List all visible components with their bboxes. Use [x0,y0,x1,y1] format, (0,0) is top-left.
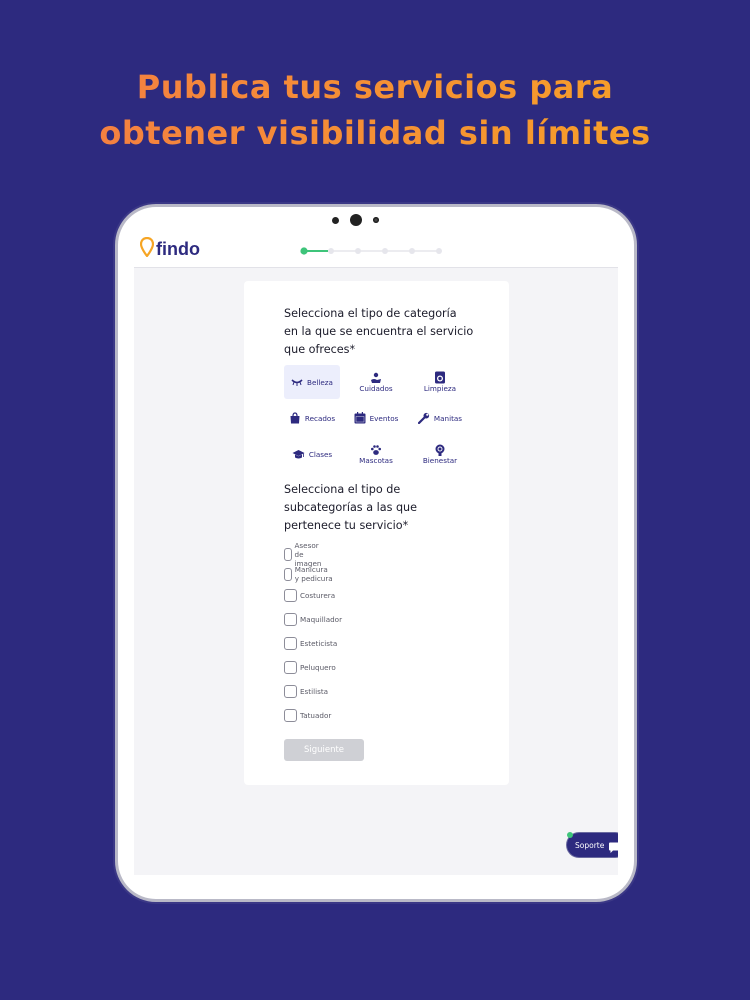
subcategory-checkbox[interactable]: Estilista [284,685,328,698]
subcategory-checkbox[interactable]: Esteticista [284,637,337,650]
subcategory-checkbox[interactable]: Maquillador [284,613,342,626]
checkbox[interactable] [284,661,297,674]
paw-icon [370,444,382,456]
category-mascotas[interactable]: Mascotas [348,437,404,471]
progress-step-3 [355,248,361,254]
eyelash-icon [291,377,303,387]
subcategory-checkbox[interactable]: Manicura y pedicura [284,565,333,583]
subcategory-checkbox[interactable]: Tatuador [284,709,331,722]
category-label: Bienestar [422,455,458,465]
subcategory-label: Costurera [300,591,336,600]
category-label: Cuidados [359,383,393,393]
checkbox[interactable] [284,567,292,581]
subcategory-label: Estilista [300,687,329,696]
findo-logo[interactable]: findo [139,236,200,261]
category-label: Limpieza [423,384,457,393]
headline-line-1: Publica tus servicios para [136,68,614,106]
category-manitas[interactable]: Manitas [412,401,468,435]
subcategory-label: Manicura y pedicura [294,565,333,583]
subcategory-label: Peluquero [300,663,336,672]
category-recados[interactable]: Recados [284,401,340,435]
next-button[interactable]: Siguiente [284,739,364,761]
subcategory-label: Maquillador [300,615,343,624]
calendar-icon [354,412,366,424]
category-limpieza[interactable]: Limpieza [412,365,468,399]
map-pin-icon [139,236,155,261]
checkbox[interactable] [284,613,297,626]
progress-step-2 [328,248,334,254]
subcategory-checkbox[interactable]: Asesor de imagen [284,541,327,568]
category-label: Manitas [433,413,463,423]
subcategory-checkbox[interactable]: Costurera [284,589,335,602]
category-label: Belleza [307,377,333,387]
progress-step-4 [382,248,388,254]
category-eventos[interactable]: Eventos [348,401,404,435]
shopping-bag-icon [289,412,301,424]
subcategory-checkbox[interactable]: Peluquero [284,661,336,674]
hand-care-icon [370,372,382,384]
category-label: Recados [304,413,336,423]
progress-stepper [300,247,442,255]
category-label: Clases [308,449,333,459]
logo-text: findo [156,238,200,259]
category-bienestar[interactable]: Bienestar [412,437,468,471]
category-belleza[interactable]: Belleza [284,365,340,399]
online-status-dot [567,832,573,838]
wrench-icon [417,412,430,424]
tablet-sensor [373,217,379,223]
subcategory-label: Asesor de imagen [294,541,322,568]
headline: Publica tus servicios para obtener visib… [0,64,750,156]
subcategory-label: Tatuador [300,711,332,720]
subcategory-label: Esteticista [300,639,338,648]
checkbox[interactable] [284,637,297,650]
progress-step-6 [436,248,442,254]
tablet-sensor [332,217,339,224]
checkbox[interactable] [284,709,297,722]
progress-step-1 [300,247,308,255]
tablet-frame: findo Selecciona el tipo de categoría en… [118,207,634,899]
washing-machine-icon [434,371,446,384]
category-cuidados[interactable]: Cuidados [348,365,404,399]
wellness-head-icon [434,444,446,456]
checkbox[interactable] [284,548,292,561]
headline-line-2: obtener visibilidad sin límites [99,114,651,152]
app-screen: findo Selecciona el tipo de categoría en… [134,231,618,875]
graduation-cap-icon [292,449,305,460]
checkbox[interactable] [284,589,297,602]
support-button[interactable]: Soporte [567,832,618,858]
subcategory-question: Selecciona el tipo de subcategorías a la… [284,483,418,532]
checkbox[interactable] [284,685,297,698]
category-clases[interactable]: Clases [284,437,340,471]
chat-bubble-icon [608,839,618,858]
support-label: Soporte [575,840,605,850]
progress-step-5 [409,248,415,254]
top-bar: findo [134,231,618,268]
form-card: Selecciona el tipo de categoría en la qu… [244,281,509,785]
category-question: Selecciona el tipo de categoría en la qu… [284,307,474,356]
tablet-camera [350,214,362,226]
category-label: Mascotas [359,455,393,465]
category-label: Eventos [369,413,399,423]
